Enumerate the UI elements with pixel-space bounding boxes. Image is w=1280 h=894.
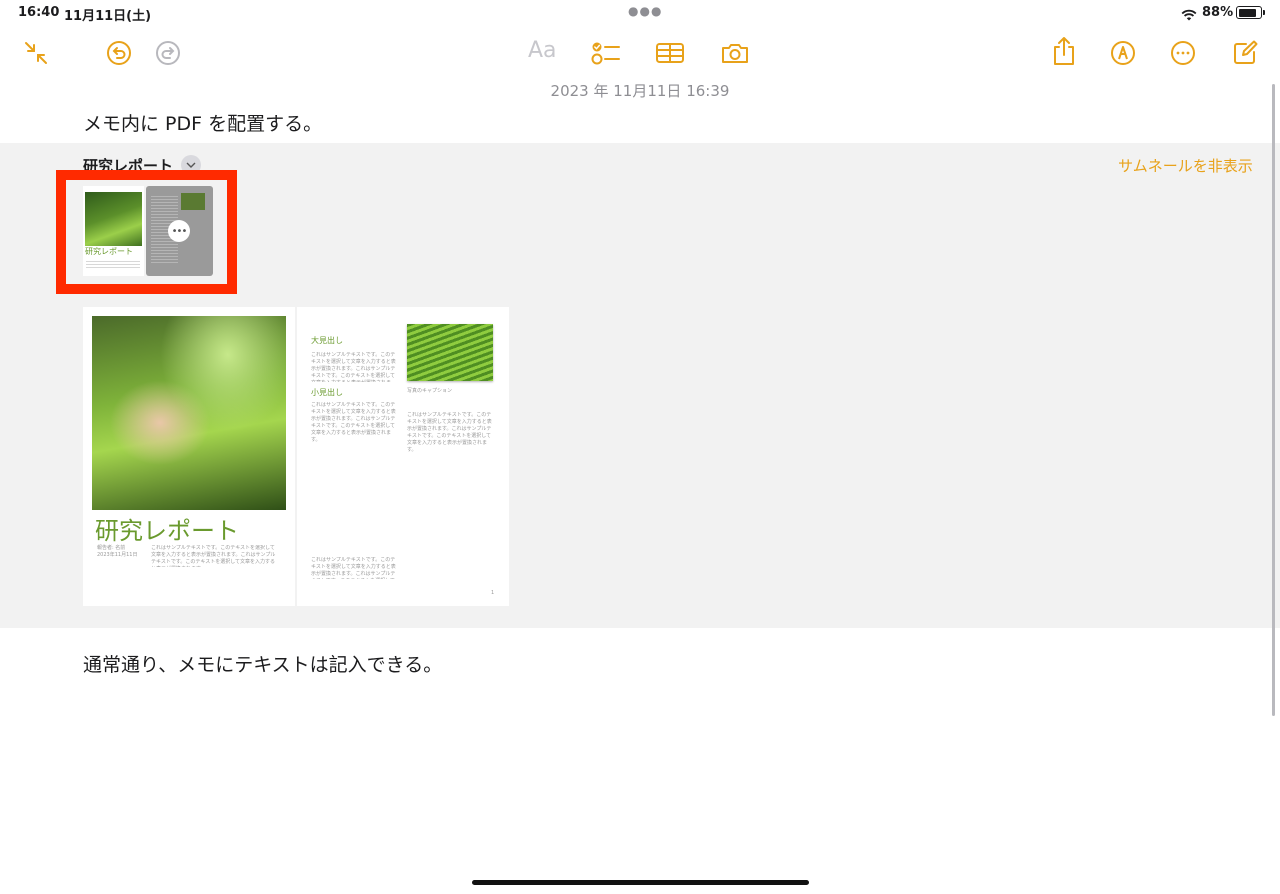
- cover-title: 研究レポート: [95, 517, 239, 545]
- camera-icon[interactable]: [720, 38, 750, 68]
- tea-field-photo: [407, 324, 493, 381]
- home-indicator[interactable]: [472, 880, 809, 885]
- heading-large: 大見出し: [311, 336, 343, 345]
- body-4: これはサンプルテキストです。このテキストを選択して文章を入力すると表示が置換され…: [407, 412, 492, 453]
- checklist-icon[interactable]: [591, 38, 621, 68]
- undo-icon[interactable]: [104, 38, 134, 68]
- markup-icon[interactable]: [1108, 38, 1138, 68]
- note-text-line[interactable]: メモ内に PDF を配置する。: [83, 109, 322, 136]
- collapse-icon[interactable]: [21, 38, 51, 68]
- page-number: 1: [491, 590, 495, 596]
- cover-author: 報告者: 名前: [97, 545, 126, 551]
- body-3: これはサンプルテキストです。このテキストを選択して文章を入力すると表示が置換され…: [311, 557, 396, 579]
- multitasking-dots-icon[interactable]: ●●●: [628, 4, 662, 18]
- redo-icon[interactable]: [153, 38, 183, 68]
- pdf-page-2: 大見出し これはサンプルテキストです。このテキストを選択して文章を入力すると表示…: [297, 307, 509, 606]
- cover-body: これはサンプルテキストです。このテキストを選択して文章を入力すると表示が置換され…: [151, 545, 276, 567]
- wifi-icon: [1181, 6, 1197, 25]
- table-icon[interactable]: [655, 38, 685, 68]
- highlight-frame: [56, 170, 237, 294]
- cover-date: 2023年11月11日: [97, 552, 138, 558]
- battery-icon: [1236, 6, 1265, 19]
- body-1: これはサンプルテキストです。このテキストを選択して文章を入力すると表示が置換され…: [311, 352, 396, 382]
- heading-small: 小見出し: [311, 388, 343, 397]
- body-2: これはサンプルテキストです。このテキストを選択して文章を入力すると表示が置換され…: [311, 402, 396, 443]
- pdf-page-cover: 研究レポート 報告者: 名前 2023年11月11日 これはサンプルテキストです…: [83, 307, 295, 606]
- share-icon[interactable]: [1049, 36, 1079, 66]
- hide-thumbnails-button[interactable]: サムネールを非表示: [1118, 155, 1253, 176]
- scrollbar[interactable]: [1272, 84, 1275, 716]
- more-icon[interactable]: [1168, 38, 1198, 68]
- status-date: 11月11日(土): [64, 9, 152, 24]
- text-format-icon[interactable]: Aa: [528, 38, 557, 63]
- compose-icon[interactable]: [1230, 38, 1260, 68]
- status-time: 16:40: [18, 5, 60, 20]
- photo-caption: 写真のキャプション: [407, 388, 453, 394]
- tea-plucking-photo: [92, 316, 286, 510]
- battery-percent: 88%: [1202, 5, 1234, 20]
- note-date: 2023 年 11月11日 16:39: [550, 82, 730, 100]
- note-text-line-2[interactable]: 通常通り、メモにテキストは記入できる。: [83, 650, 442, 677]
